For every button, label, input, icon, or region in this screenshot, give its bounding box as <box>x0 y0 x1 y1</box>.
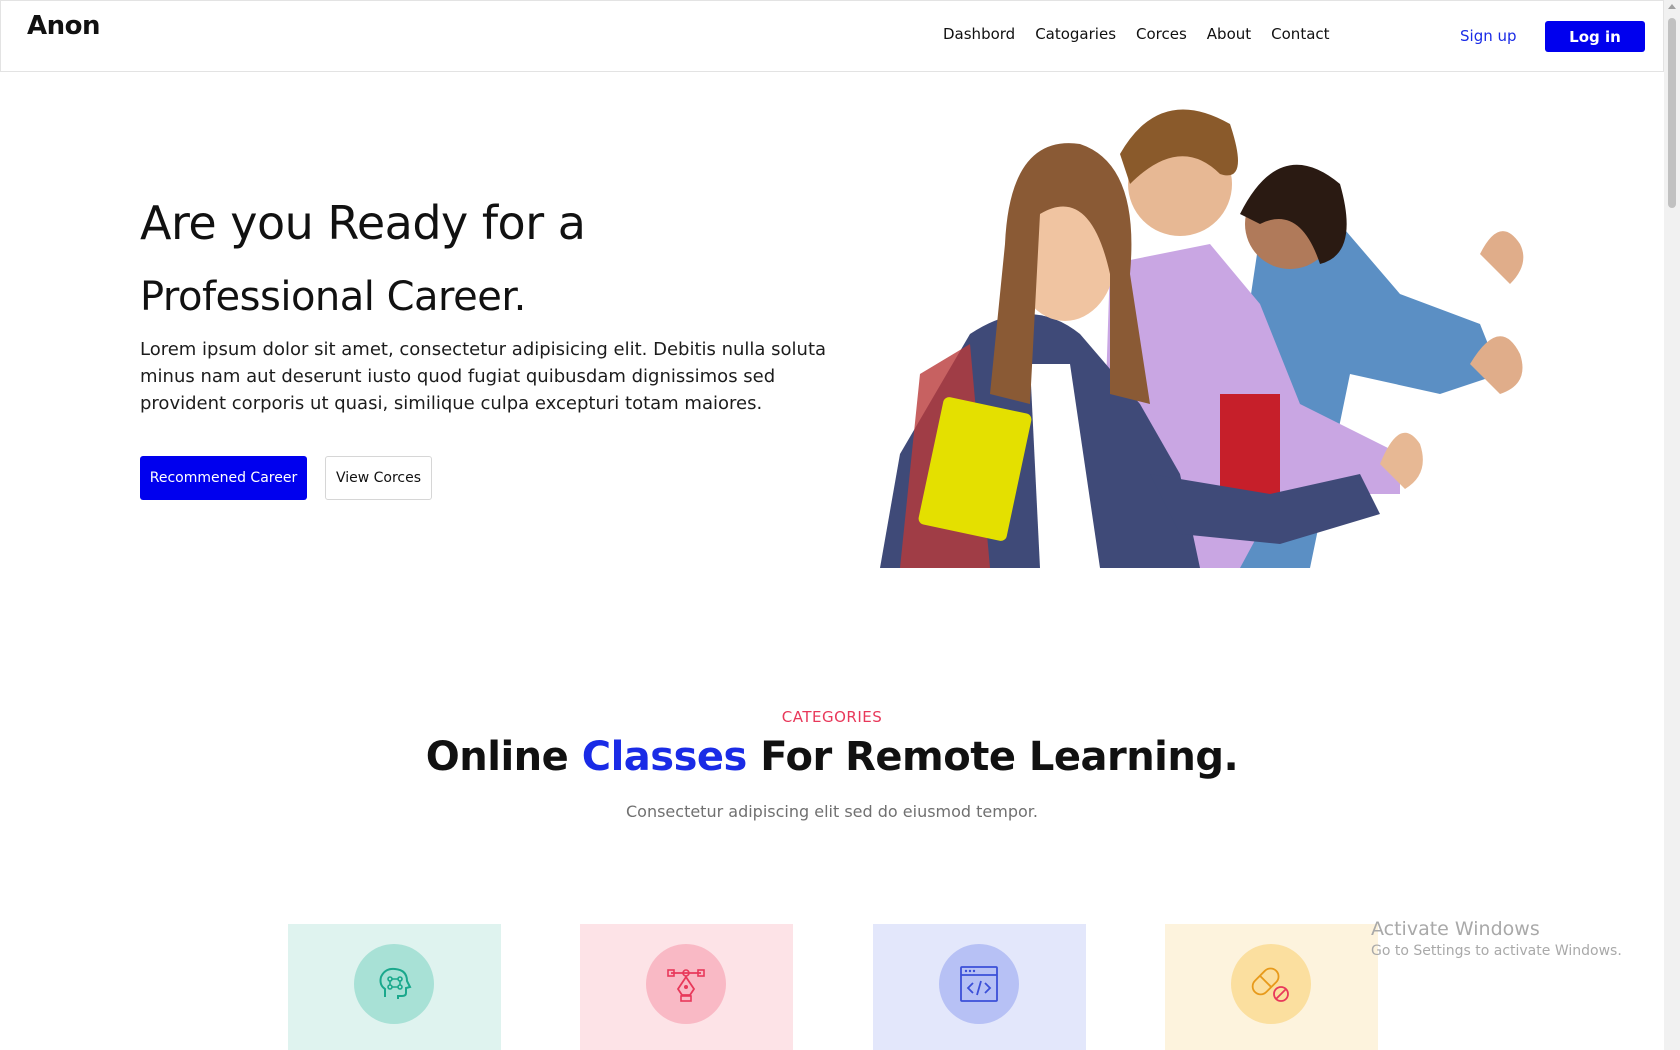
pill-icon <box>1251 967 1289 1002</box>
category-card-3[interactable] <box>873 924 1086 1050</box>
category-card-4[interactable] <box>1165 924 1378 1050</box>
categories-title-accent: Classes <box>581 734 748 780</box>
categories-label: CATEGORIES <box>781 708 883 726</box>
nav-dashboard[interactable]: Dashbord <box>943 25 1015 43</box>
hero-title-line1: Are you Ready for a <box>140 196 586 250</box>
categories-title-after: For Remote Learning. <box>746 734 1239 780</box>
signup-link[interactable]: Sign up <box>1460 27 1517 45</box>
main-nav: Dashbord Catogaries Corces About Contact <box>943 25 1330 43</box>
categories-title: Online Classes For Remote Learning. <box>0 734 1664 780</box>
site-logo[interactable]: Anon <box>27 11 101 41</box>
view-courses-button[interactable]: View Corces <box>325 456 432 500</box>
nav-contact[interactable]: Contact <box>1271 25 1329 43</box>
nav-about[interactable]: About <box>1207 25 1251 43</box>
hero-students-image <box>880 109 1524 568</box>
activate-windows-title: Activate Windows <box>1371 918 1540 940</box>
nav-courses[interactable]: Corces <box>1136 25 1187 43</box>
category-card-2[interactable] <box>580 924 793 1050</box>
category-icon-circle <box>354 944 434 1024</box>
pen-tool-icon <box>667 969 705 1002</box>
category-icon-circle <box>646 944 726 1024</box>
recommend-career-button[interactable]: Recommened Career <box>140 456 307 500</box>
nav-categories[interactable]: Catogaries <box>1035 25 1116 43</box>
site-header: Anon Dashbord Catogaries Corces About Co… <box>0 0 1664 72</box>
activate-windows-subtitle: Go to Settings to activate Windows. <box>1371 943 1622 959</box>
login-button[interactable]: Log in <box>1545 21 1645 52</box>
code-window-icon <box>960 966 998 1002</box>
category-card-1[interactable] <box>288 924 501 1050</box>
hero-description: Lorem ipsum dolor sit amet, consectetur … <box>140 339 827 414</box>
page-scrollbar[interactable] <box>1664 0 1680 1050</box>
categories-subtitle: Consectetur adipiscing elit sed do eiusm… <box>625 802 1038 821</box>
hero-title-line2: Professional Career. <box>140 274 526 320</box>
categories-title-before: Online <box>425 734 582 780</box>
category-icon-circle <box>1231 944 1311 1024</box>
category-icon-circle <box>939 944 1019 1024</box>
brain-head-icon <box>379 967 412 999</box>
scroll-up-arrow-icon[interactable] <box>1668 4 1676 9</box>
scrollbar-thumb[interactable] <box>1668 18 1676 208</box>
